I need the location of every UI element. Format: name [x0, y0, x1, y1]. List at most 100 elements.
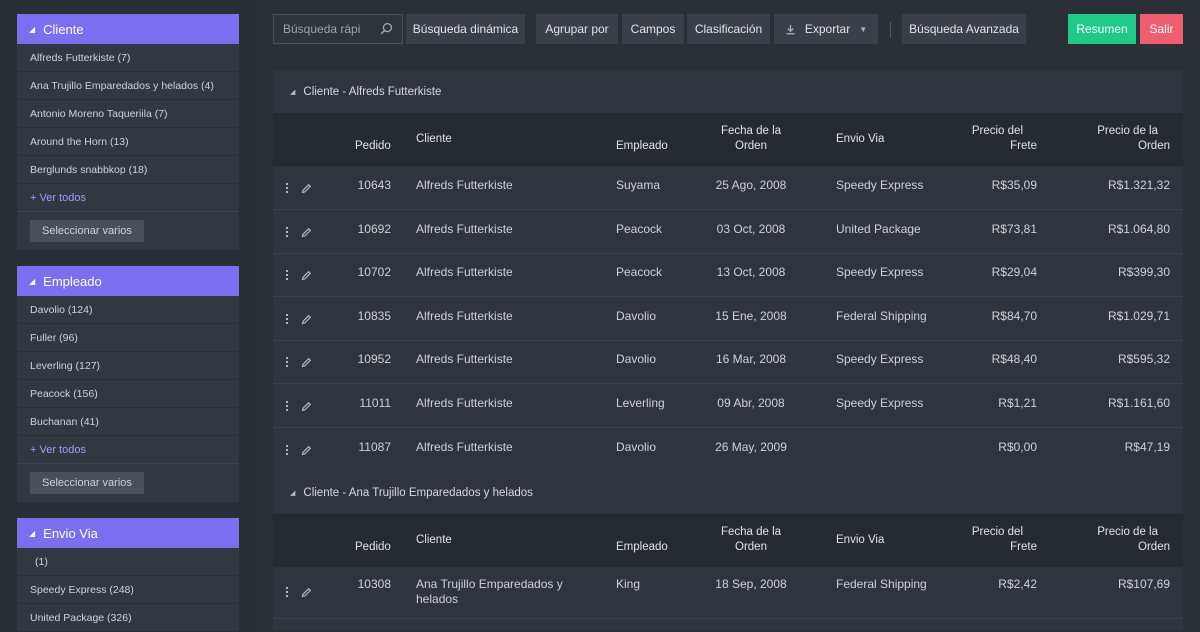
table-row[interactable]: 10308 Ana Trujillo Emparedados y helados…	[273, 567, 1183, 619]
quick-search-input[interactable]: Búsqueda rápi	[273, 14, 403, 44]
cell-flete: R$2,42	[998, 577, 1037, 591]
filter-item[interactable]: Peacock (156)	[17, 380, 239, 408]
column-header-precio[interactable]: Precio de la Orden	[1070, 525, 1170, 555]
filter-panel-header[interactable]: ◢ Cliente	[17, 14, 239, 44]
row-menu-icon[interactable]	[286, 443, 290, 457]
cell-line: Ana Trujillo Emparedados y	[416, 577, 563, 591]
table-row[interactable]: 11011 Alfreds Futterkiste Leverling 09 Abr,…	[273, 384, 1183, 428]
summary-button[interactable]: Resumen	[1068, 14, 1136, 44]
toolbar-divider	[890, 22, 891, 38]
sort-button[interactable]: Clasificación	[687, 14, 770, 44]
filter-item[interactable]: Antonio Moreno Taqueriila (7)	[17, 100, 239, 128]
cell-precio: R$107,69	[1117, 577, 1170, 591]
column-header-flete[interactable]: Precio del Frete	[957, 525, 1037, 555]
table-row[interactable]: 11087 Alfreds Futterkiste Davolio 26 May, 2…	[273, 428, 1183, 472]
cell-pedido: 10643	[357, 178, 391, 192]
filter-panel-header[interactable]: ◢ Empleado	[17, 266, 239, 296]
exit-button[interactable]: Salir	[1140, 14, 1183, 44]
table-row[interactable]: 10692 Alfreds Futterkiste Peacock 03 Oct, 2…	[273, 210, 1183, 254]
table-row[interactable]: 10702 Alfreds Futterkiste Peacock 13 Oct, 2…	[273, 253, 1183, 298]
filter-item[interactable]: Fuller (96)	[17, 324, 239, 352]
export-label: Exportar	[804, 22, 851, 36]
column-header-line: Frete	[1010, 140, 1037, 152]
cell-line: helados	[416, 592, 459, 606]
column-header-flete[interactable]: Precio del Frete	[957, 124, 1037, 154]
filter-item[interactable]: Speedy Express (248)	[17, 576, 239, 604]
cell-cliente: Alfreds Futterkiste	[416, 308, 513, 323]
row-menu-icon[interactable]	[286, 181, 290, 195]
table-row[interactable]: 10643 Alfreds Futterkiste Suyama 25 Ago, 20…	[273, 166, 1183, 210]
export-dropdown[interactable]: Exportar ▼	[774, 14, 878, 44]
cell-cliente: Alfreds Futterkiste	[416, 178, 513, 192]
column-header-empleado[interactable]: Empleado	[616, 139, 668, 154]
edit-pencil-icon[interactable]	[301, 357, 312, 368]
cell-empleado: Leverling	[616, 396, 665, 410]
row-menu-icon[interactable]	[286, 268, 290, 282]
search-icon[interactable]	[380, 22, 393, 35]
group-header[interactable]: ◢ Cliente - Alfreds Futterkiste	[273, 70, 1183, 114]
edit-pencil-icon[interactable]	[301, 314, 312, 325]
cell-pedido: 10702	[357, 265, 391, 280]
cell-empleado: Davolio	[616, 439, 657, 454]
filter-sidebar: ◢ Cliente Alfreds Futterkiste (7) Ana Tr…	[0, 0, 256, 632]
filter-item[interactable]: Buchanan (41)	[17, 408, 239, 436]
edit-pencil-icon[interactable]	[301, 445, 312, 456]
advanced-search-button[interactable]: Búsqueda Avanzada	[902, 14, 1026, 44]
cell-fecha: 13 Oct, 2008	[716, 265, 786, 280]
column-header-fecha[interactable]: Fecha de la Orden	[711, 124, 791, 154]
select-multiple-button[interactable]: Seleccionar varios	[30, 220, 144, 242]
group-by-button[interactable]: Agrupar por	[536, 14, 618, 44]
group-title: Cliente - Ana Trujillo Emparedados y hel…	[303, 486, 533, 499]
chevron-down-icon: ▼	[859, 24, 868, 34]
orders-grid: ◢ Cliente - Alfreds Futterkiste Pedido C…	[273, 70, 1183, 630]
column-header-precio[interactable]: Precio de la Orden	[1070, 124, 1170, 154]
filter-item[interactable]: Davolio (124)	[17, 296, 239, 324]
column-header-empleado[interactable]: Empleado	[616, 540, 668, 555]
column-header-cliente[interactable]: Cliente	[416, 533, 452, 548]
cell-precio: R$1.029,71	[1107, 308, 1170, 323]
filter-item[interactable]: Ana Trujillo Emparedados y helados (4)	[17, 72, 239, 100]
group-title: Cliente - Alfreds Futterkiste	[303, 85, 442, 98]
filter-panel-header[interactable]: ◢ Envio Via	[17, 518, 239, 548]
column-header-cliente[interactable]: Cliente	[416, 132, 452, 147]
edit-pencil-icon[interactable]	[301, 587, 312, 598]
show-all-link[interactable]: + Ver todos	[17, 436, 239, 464]
row-menu-icon[interactable]	[286, 312, 290, 326]
group-header[interactable]: ◢ Cliente - Ana Trujillo Emparedados y h…	[273, 471, 1183, 515]
select-multiple-button[interactable]: Seleccionar varios	[30, 472, 144, 494]
column-header-envio[interactable]: Envio Via	[836, 132, 884, 147]
cell-envio: Speedy Express	[836, 396, 924, 410]
cell-cliente: Alfreds Futterkiste	[416, 221, 513, 236]
filter-item[interactable]: Leverling (127)	[17, 352, 239, 380]
show-all-link[interactable]: + Ver todos	[17, 184, 239, 212]
column-header-fecha[interactable]: Fecha de la Orden	[711, 525, 791, 555]
row-menu-icon[interactable]	[286, 225, 290, 239]
row-menu-icon[interactable]	[286, 585, 290, 599]
panel-title: Cliente	[43, 21, 84, 37]
filter-item[interactable]: Around the Horn (13)	[17, 128, 239, 156]
edit-pencil-icon[interactable]	[301, 270, 312, 281]
dynamic-search-button[interactable]: Búsqueda dinámica	[406, 14, 525, 44]
row-menu-icon[interactable]	[286, 355, 290, 369]
edit-pencil-icon[interactable]	[301, 227, 312, 238]
row-menu-icon[interactable]	[286, 399, 290, 413]
cell-flete: R$84,70	[991, 308, 1037, 323]
table-row[interactable]: 10835 Alfreds Futterkiste Davolio 15 Ene, 2…	[273, 297, 1183, 341]
cell-flete: R$48,40	[991, 352, 1037, 367]
filter-item[interactable]: United Package (326)	[17, 604, 239, 632]
cell-envio: Speedy Express	[836, 178, 924, 192]
filter-item[interactable]: Berglunds snabbkop (18)	[17, 156, 239, 184]
table-row[interactable]: 10952 Alfreds Futterkiste Davolio 16 Mar, 2…	[273, 340, 1183, 385]
cell-fecha: 03 Oct, 2008	[716, 221, 786, 236]
filter-item[interactable]: (1)	[17, 548, 239, 576]
cell-cliente: Alfreds Futterkiste	[416, 352, 513, 367]
cell-fecha: 16 Mar, 2008	[715, 352, 787, 367]
edit-pencil-icon[interactable]	[301, 183, 312, 194]
edit-pencil-icon[interactable]	[301, 401, 312, 412]
column-header-envio[interactable]: Envio Via	[836, 533, 884, 548]
cell-envio: Speedy Express	[836, 352, 924, 367]
column-header-pedido[interactable]: Pedido	[355, 540, 391, 555]
column-header-pedido[interactable]: Pedido	[355, 139, 391, 154]
filter-item[interactable]: Alfreds Futterkiste (7)	[17, 44, 239, 72]
fields-button[interactable]: Campos	[622, 14, 684, 44]
